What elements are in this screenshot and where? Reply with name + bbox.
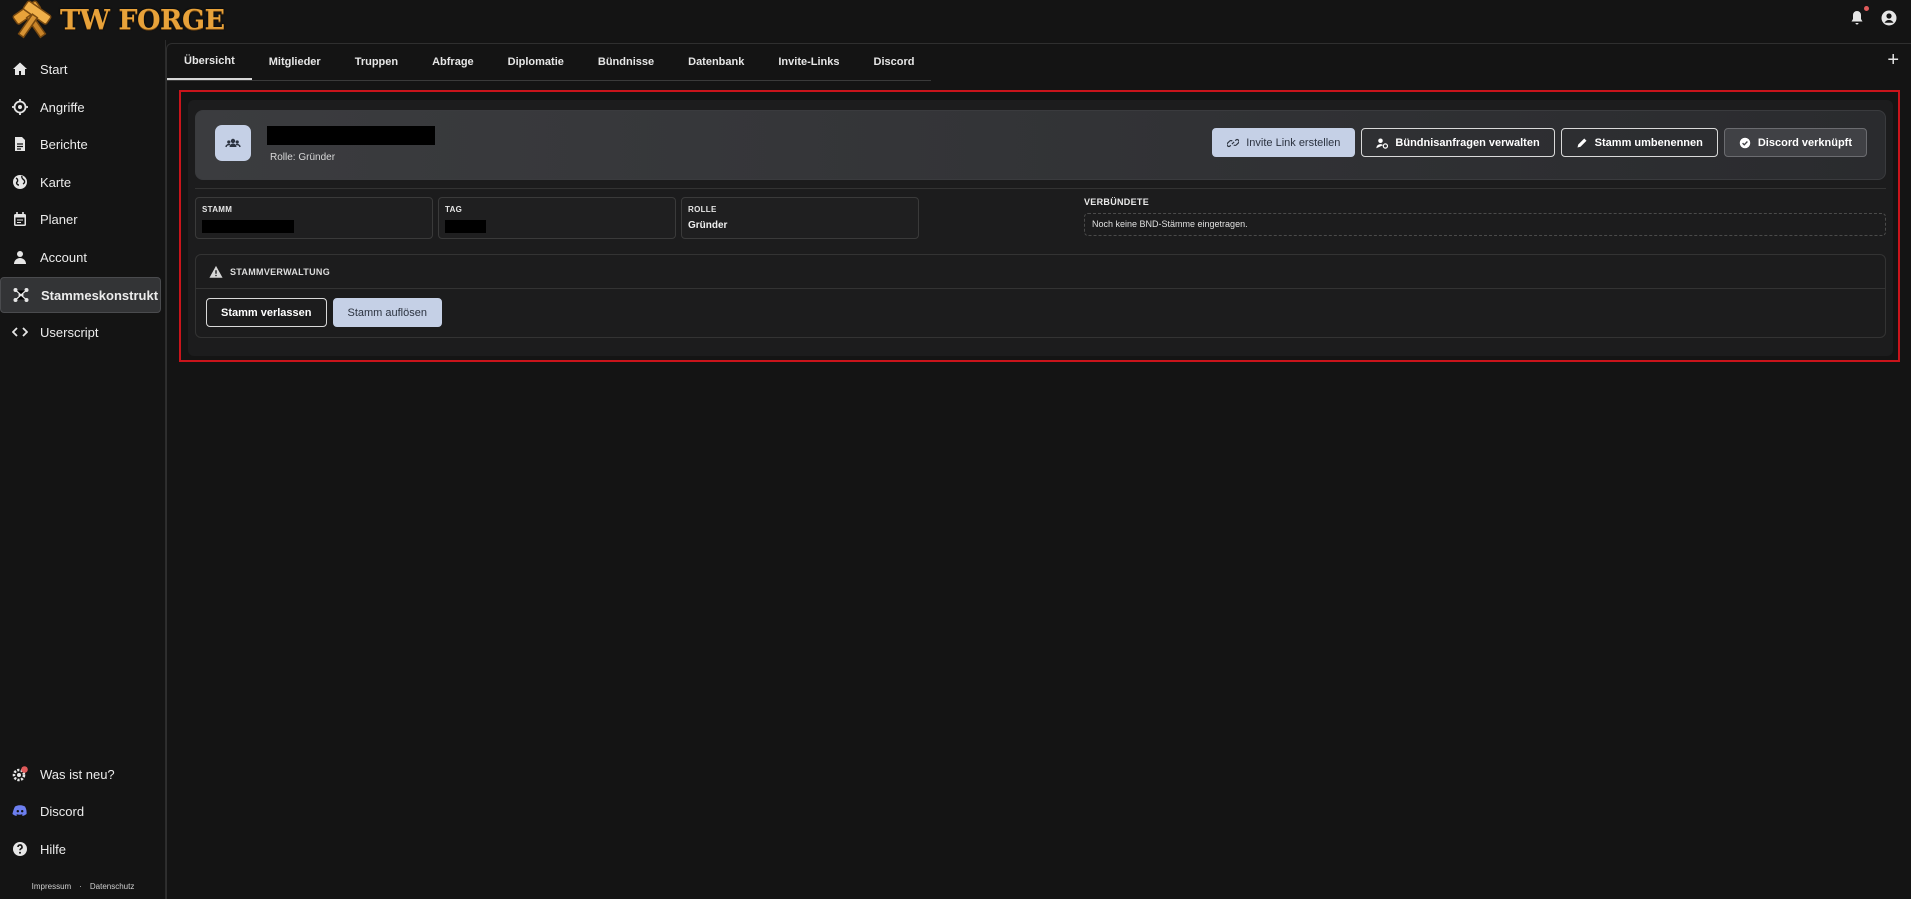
code-icon bbox=[12, 327, 28, 337]
header-actions: Invite Link erstellen Bündnisanfragen ve… bbox=[1212, 128, 1867, 157]
app-logo[interactable]: TW FORGE bbox=[10, 0, 225, 40]
tab-invite-links[interactable]: Invite-Links bbox=[761, 44, 856, 80]
bell-icon[interactable] bbox=[1849, 6, 1869, 28]
discord-linked-button[interactable]: Discord verknüpft bbox=[1723, 128, 1867, 157]
tag-label: TAG bbox=[445, 205, 463, 214]
tribe-name-redacted bbox=[267, 126, 435, 145]
tribe-info-row: STAMM TAG ROLLE Gründer VERBÜNDETE Noch … bbox=[195, 197, 1886, 241]
sidebar-item-hilfe[interactable]: Hilfe bbox=[0, 831, 161, 867]
stamm-label: STAMM bbox=[202, 205, 233, 214]
tab-datenbank[interactable]: Datenbank bbox=[671, 44, 761, 80]
group-icon bbox=[225, 138, 241, 148]
sidebar-item-stammeskonstrukt[interactable]: Stammeskonstrukt bbox=[0, 277, 161, 313]
allies-label: VERBÜNDETE bbox=[1084, 197, 1150, 207]
hammer-logo-icon bbox=[12, 0, 52, 39]
tab-abfrage[interactable]: Abfrage bbox=[415, 44, 491, 80]
sidebar-item-berichte[interactable]: Berichte bbox=[0, 126, 161, 162]
target-icon bbox=[12, 99, 28, 115]
sidebar-item-discord[interactable]: Discord bbox=[0, 793, 161, 829]
invite-link-label: Invite Link erstellen bbox=[1246, 136, 1341, 149]
admin-header: STAMMVERWALTUNG bbox=[196, 255, 1885, 289]
sidebar: Start Angriffe Berichte Karte Planer Acc… bbox=[0, 40, 166, 899]
user-settings-icon bbox=[1376, 138, 1389, 149]
stamm-info-box: STAMM bbox=[195, 197, 433, 239]
admin-actions: Stamm verlassen Stamm auflösen bbox=[206, 298, 442, 327]
document-icon bbox=[15, 137, 25, 151]
sidebar-item-label: Account bbox=[40, 249, 87, 265]
sidebar-item-label: Karte bbox=[40, 174, 72, 190]
highlight-frame: Rolle: Gründer Invite Link erstellen Bün… bbox=[179, 90, 1900, 362]
sidebar-item-label: Berichte bbox=[40, 136, 88, 152]
sidebar-item-label: Start bbox=[40, 61, 68, 77]
user-icon bbox=[14, 251, 26, 264]
sidebar-item-label: Planer bbox=[40, 211, 78, 227]
home-icon bbox=[13, 62, 27, 75]
stamm-value-redacted bbox=[202, 220, 294, 233]
sidebar-item-label: Was ist neu? bbox=[40, 766, 115, 782]
sidebar-item-planer[interactable]: Planer bbox=[0, 201, 161, 237]
dissolve-tribe-button[interactable]: Stamm auflösen bbox=[332, 298, 442, 327]
tag-value-redacted bbox=[445, 220, 486, 233]
network-icon bbox=[13, 288, 29, 302]
verified-badge-icon bbox=[1739, 137, 1751, 148]
rolle-label: ROLLE bbox=[688, 205, 717, 214]
sidebar-item-label: Hilfe bbox=[40, 841, 67, 857]
tab-bar: Übersicht Mitglieder Truppen Abfrage Dip… bbox=[167, 44, 932, 81]
logo-text: TW FORGE bbox=[60, 4, 225, 36]
rename-tribe-label: Stamm umbenennen bbox=[1594, 136, 1703, 149]
overview-panel: Rolle: Gründer Invite Link erstellen Bün… bbox=[188, 100, 1893, 356]
tab-discord[interactable]: Discord bbox=[857, 44, 932, 80]
allies-box: Noch keine BND-Stämme eingetragen. bbox=[1084, 213, 1886, 236]
alliance-requests-label: Bündnisanfragen verwalten bbox=[1395, 136, 1540, 149]
tab-buendnisse[interactable]: Bündnisse bbox=[581, 44, 671, 80]
discord-icon bbox=[12, 805, 27, 816]
discord-linked-label: Discord verknüpft bbox=[1757, 136, 1852, 149]
sidebar-item-label: Angriffe bbox=[40, 99, 85, 115]
sidebar-item-label: Userscript bbox=[40, 324, 99, 340]
gear-badge-icon bbox=[12, 766, 28, 782]
admin-title: STAMMVERWALTUNG bbox=[230, 266, 330, 277]
notification-dot bbox=[1864, 6, 1869, 11]
warning-icon bbox=[209, 265, 223, 278]
top-bar: TW FORGE bbox=[0, 0, 1911, 40]
globe-icon bbox=[13, 175, 27, 189]
sidebar-item-userscript[interactable]: Userscript bbox=[0, 314, 161, 350]
tab-mitglieder[interactable]: Mitglieder bbox=[252, 44, 338, 80]
rename-tribe-button[interactable]: Stamm umbenennen bbox=[1560, 128, 1718, 157]
account-circle-icon[interactable] bbox=[1881, 10, 1899, 28]
tab-diplomatie[interactable]: Diplomatie bbox=[491, 44, 581, 80]
impressum-link[interactable]: Impressum bbox=[32, 882, 72, 891]
sidebar-item-karte[interactable]: Karte bbox=[0, 164, 161, 200]
help-icon bbox=[13, 842, 27, 856]
sidebar-item-label: Stammeskonstrukt bbox=[41, 287, 159, 303]
sidebar-item-account[interactable]: Account bbox=[0, 239, 161, 275]
leave-tribe-button[interactable]: Stamm verlassen bbox=[206, 298, 327, 327]
pencil-icon bbox=[1577, 138, 1587, 147]
footer-separator: · bbox=[79, 882, 82, 891]
sidebar-item-start[interactable]: Start bbox=[0, 51, 161, 87]
tab-uebersicht[interactable]: Übersicht bbox=[167, 44, 252, 80]
tag-info-box: TAG bbox=[438, 197, 676, 239]
rolle-value: Gründer bbox=[688, 220, 728, 231]
invite-link-button[interactable]: Invite Link erstellen bbox=[1212, 128, 1356, 157]
manage-alliance-requests-button[interactable]: Bündnisanfragen verwalten bbox=[1361, 128, 1555, 157]
allies-empty-text: Noch keine BND-Stämme eingetragen. bbox=[1092, 219, 1248, 229]
tribe-avatar bbox=[215, 125, 251, 161]
sidebar-item-label: Discord bbox=[40, 803, 85, 819]
admin-card: STAMMVERWALTUNG Stamm verlassen Stamm au… bbox=[195, 254, 1886, 338]
datenschutz-link[interactable]: Datenschutz bbox=[90, 882, 134, 891]
tab-truppen[interactable]: Truppen bbox=[338, 44, 415, 80]
section-divider bbox=[195, 188, 1886, 189]
tribe-header-card: Rolle: Gründer Invite Link erstellen Bün… bbox=[195, 110, 1886, 180]
link-icon bbox=[1227, 138, 1240, 147]
calendar-icon bbox=[14, 212, 26, 226]
footer-links: Impressum · Datenschutz bbox=[0, 882, 166, 891]
add-tab-button[interactable]: + bbox=[1887, 50, 1899, 70]
sidebar-item-was-ist-neu[interactable]: Was ist neu? bbox=[0, 756, 161, 792]
sidebar-item-angriffe[interactable]: Angriffe bbox=[0, 89, 161, 125]
role-line: Rolle: Gründer bbox=[270, 152, 336, 163]
rolle-info-box: ROLLE Gründer bbox=[681, 197, 919, 239]
